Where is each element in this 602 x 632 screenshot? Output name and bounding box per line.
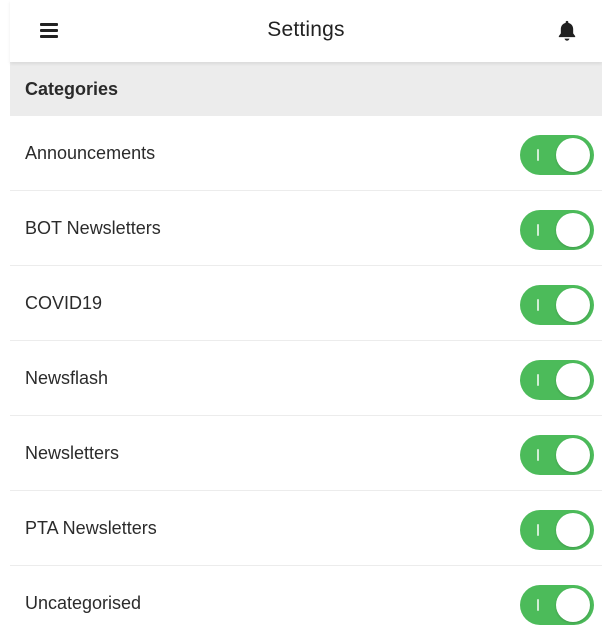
toggle-on-indicator	[537, 524, 539, 536]
toggle-on-indicator	[537, 149, 539, 161]
category-label: PTA Newsletters	[25, 518, 157, 538]
category-label: Uncategorised	[25, 593, 142, 613]
category-label: Newsletters	[25, 443, 120, 463]
category-row-announcements: Announcements	[10, 116, 602, 191]
category-label: BOT Newsletters	[25, 218, 161, 238]
announcements-toggle[interactable]	[520, 135, 594, 175]
toggle-knob	[556, 513, 590, 547]
pta-newsletters-toggle[interactable]	[520, 510, 594, 550]
toggle-knob	[556, 213, 590, 247]
categories-section-header: Categories	[10, 62, 602, 116]
toggle-on-indicator	[537, 599, 539, 611]
settings-screen: Settings Categories Announcements BOT Ne…	[0, 0, 602, 632]
toggle-on-indicator	[537, 224, 539, 236]
category-label: Announcements	[25, 143, 156, 163]
toggle-on-indicator	[537, 299, 539, 311]
category-list: Announcements BOT Newsletters COVID19 Ne…	[10, 116, 602, 632]
bot-newsletters-toggle[interactable]	[520, 210, 594, 250]
top-app-bar: Settings	[10, 0, 602, 62]
category-row-bot-newsletters: BOT Newsletters	[10, 191, 602, 266]
category-label: Newsflash	[25, 368, 109, 388]
page-title: Settings	[267, 18, 345, 41]
toggle-knob	[556, 138, 590, 172]
section-title: Categories	[25, 79, 119, 99]
toggle-knob	[556, 438, 590, 472]
category-row-newsletters: Newsletters	[10, 416, 602, 491]
category-label: COVID19	[25, 293, 103, 313]
category-row-uncategorised: Uncategorised	[10, 566, 602, 632]
toggle-on-indicator	[537, 449, 539, 461]
category-row-covid19: COVID19	[10, 266, 602, 341]
bell-icon[interactable]	[557, 19, 577, 43]
toggle-knob	[556, 288, 590, 322]
category-row-pta-newsletters: PTA Newsletters	[10, 491, 602, 566]
covid19-toggle[interactable]	[520, 285, 594, 325]
newsletters-toggle[interactable]	[520, 435, 594, 475]
uncategorised-toggle[interactable]	[520, 585, 594, 625]
newsflash-toggle[interactable]	[520, 360, 594, 400]
category-row-newsflash: Newsflash	[10, 341, 602, 416]
toggle-knob	[556, 588, 590, 622]
toggle-on-indicator	[537, 374, 539, 386]
toggle-knob	[556, 363, 590, 397]
